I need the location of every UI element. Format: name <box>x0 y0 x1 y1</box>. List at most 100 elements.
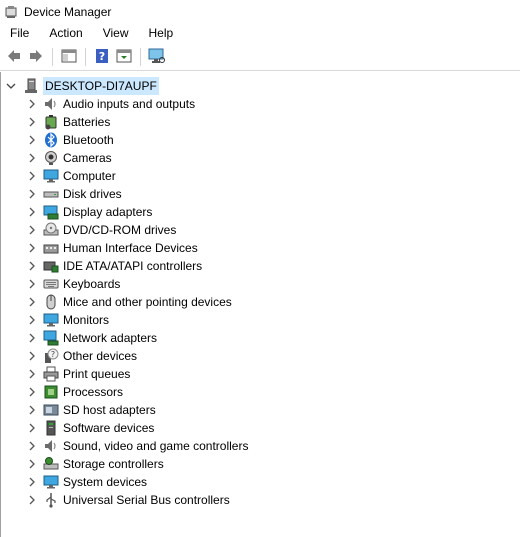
help-icon: ? <box>94 48 110 67</box>
chevron-right-icon[interactable] <box>26 257 38 275</box>
tree-category-item[interactable]: Mice and other pointing devices <box>26 293 232 311</box>
other-devices-icon: ? <box>43 348 59 364</box>
tree-root-computer[interactable]: DESKTOP-DI7AUPF <box>5 77 159 95</box>
tree-category-item[interactable]: Sound, video and game controllers <box>26 437 248 455</box>
chevron-right-icon[interactable] <box>26 473 38 491</box>
chevron-right-icon[interactable] <box>26 401 38 419</box>
tree-category-item[interactable]: Batteries <box>26 113 110 131</box>
chevron-right-icon[interactable] <box>26 365 38 383</box>
tree-category-item[interactable]: Storage controllers <box>26 455 164 473</box>
tree-category-label: Universal Serial Bus controllers <box>63 493 230 507</box>
tree-category-item[interactable]: Monitors <box>26 311 109 329</box>
forward-button[interactable] <box>25 46 47 68</box>
storage-controller-icon <box>43 456 59 472</box>
tree-category-label: Processors <box>63 385 124 399</box>
bluetooth-icon <box>43 132 59 148</box>
usb-icon <box>43 492 59 508</box>
chevron-right-icon[interactable] <box>26 113 38 131</box>
chevron-right-icon[interactable] <box>26 185 38 203</box>
chevron-right-icon[interactable] <box>26 293 38 311</box>
tree-category-item[interactable]: ? Other devices <box>26 347 137 365</box>
battery-icon <box>43 114 59 130</box>
dvd-icon <box>43 222 59 238</box>
tree-category-label: Cameras <box>63 151 112 165</box>
sound-controller-icon <box>43 438 59 454</box>
tree-root-label: DESKTOP-DI7AUPF <box>43 77 159 95</box>
chevron-right-icon[interactable] <box>26 221 38 239</box>
toolbar: ? <box>0 44 520 71</box>
chevron-right-icon[interactable] <box>26 149 38 167</box>
menu-file[interactable]: File <box>0 23 39 44</box>
chevron-right-icon[interactable] <box>26 239 38 257</box>
chevron-right-icon[interactable] <box>26 437 38 455</box>
tree-category-item[interactable]: Keyboards <box>26 275 120 293</box>
back-button[interactable] <box>3 46 25 68</box>
tree-category-label: Sound, video and game controllers <box>63 439 249 453</box>
scan-hardware-button[interactable] <box>146 46 168 68</box>
hid-icon <box>43 240 59 256</box>
chevron-right-icon[interactable] <box>26 419 38 437</box>
chevron-right-icon[interactable] <box>26 311 38 329</box>
toolbar-separator <box>140 48 141 66</box>
tree-category-label: SD host adapters <box>63 403 156 417</box>
chevron-right-icon[interactable] <box>26 347 38 365</box>
printer-icon <box>43 366 59 382</box>
chevron-right-icon[interactable] <box>26 329 38 347</box>
window-title: Device Manager <box>24 4 112 19</box>
tree-category-item[interactable]: Software devices <box>26 419 154 437</box>
tree-category-label: Computer <box>63 169 116 183</box>
monitor-icon <box>43 312 59 328</box>
tree-category-label: System devices <box>63 475 148 489</box>
network-adapter-icon <box>43 330 59 346</box>
desktop-computer-icon <box>23 78 39 94</box>
chevron-right-icon[interactable] <box>26 275 38 293</box>
software-device-icon <box>43 420 59 436</box>
chevron-right-icon[interactable] <box>26 491 38 509</box>
display-adapter-icon <box>43 204 59 220</box>
tree-category-label: Network adapters <box>63 331 158 345</box>
tree-category-item[interactable]: Cameras <box>26 149 112 167</box>
tree-category-item[interactable]: Print queues <box>26 365 130 383</box>
tree-category-item[interactable]: Computer <box>26 167 116 185</box>
chevron-right-icon[interactable] <box>26 167 38 185</box>
tree-category-item[interactable]: Display adapters <box>26 203 152 221</box>
tree-category-item[interactable]: Bluetooth <box>26 131 114 149</box>
tree-category-item[interactable]: Audio inputs and outputs <box>26 95 195 113</box>
show-hide-tree-icon <box>61 48 77 67</box>
menu-action[interactable]: Action <box>39 23 92 44</box>
chevron-down-icon[interactable] <box>5 77 17 95</box>
chevron-right-icon[interactable] <box>26 455 38 473</box>
chevron-right-icon[interactable] <box>26 95 38 113</box>
properties-icon <box>116 48 132 67</box>
menu-bar: File Action View Help <box>0 23 520 44</box>
back-arrow-icon <box>6 48 22 67</box>
tree-category-item[interactable]: Human Interface Devices <box>26 239 198 257</box>
speaker-icon <box>43 96 59 112</box>
menu-view[interactable]: View <box>93 23 139 44</box>
chevron-right-icon[interactable] <box>26 131 38 149</box>
tree-category-label: Monitors <box>63 313 110 327</box>
tree-category-label: Audio inputs and outputs <box>63 97 196 111</box>
toolbar-separator <box>85 48 86 66</box>
chevron-right-icon[interactable] <box>26 203 38 221</box>
forward-arrow-icon <box>28 48 44 67</box>
tree-category-item[interactable]: SD host adapters <box>26 401 156 419</box>
tree-category-item[interactable]: Universal Serial Bus controllers <box>26 491 230 509</box>
mouse-icon <box>43 294 59 310</box>
tree-category-item[interactable]: DVD/CD-ROM drives <box>26 221 176 239</box>
tree-category-item[interactable]: Network adapters <box>26 329 157 347</box>
svg-text:?: ? <box>99 50 105 63</box>
tree-category-item[interactable]: Processors <box>26 383 123 401</box>
properties-button[interactable] <box>113 46 135 68</box>
help-button[interactable]: ? <box>91 46 113 68</box>
menu-help[interactable]: Help <box>139 23 184 44</box>
device-manager-app-icon <box>4 5 18 19</box>
chevron-right-icon[interactable] <box>26 383 38 401</box>
tree-category-item[interactable]: IDE ATA/ATAPI controllers <box>26 257 202 275</box>
tree-category-label: Mice and other pointing devices <box>63 295 232 309</box>
tree-category-item[interactable]: System devices <box>26 473 147 491</box>
tree-category-item[interactable]: Disk drives <box>26 185 122 203</box>
scan-hardware-icon <box>148 48 166 67</box>
show-hide-console-tree-button[interactable] <box>58 46 80 68</box>
ide-controller-icon <box>43 258 59 274</box>
